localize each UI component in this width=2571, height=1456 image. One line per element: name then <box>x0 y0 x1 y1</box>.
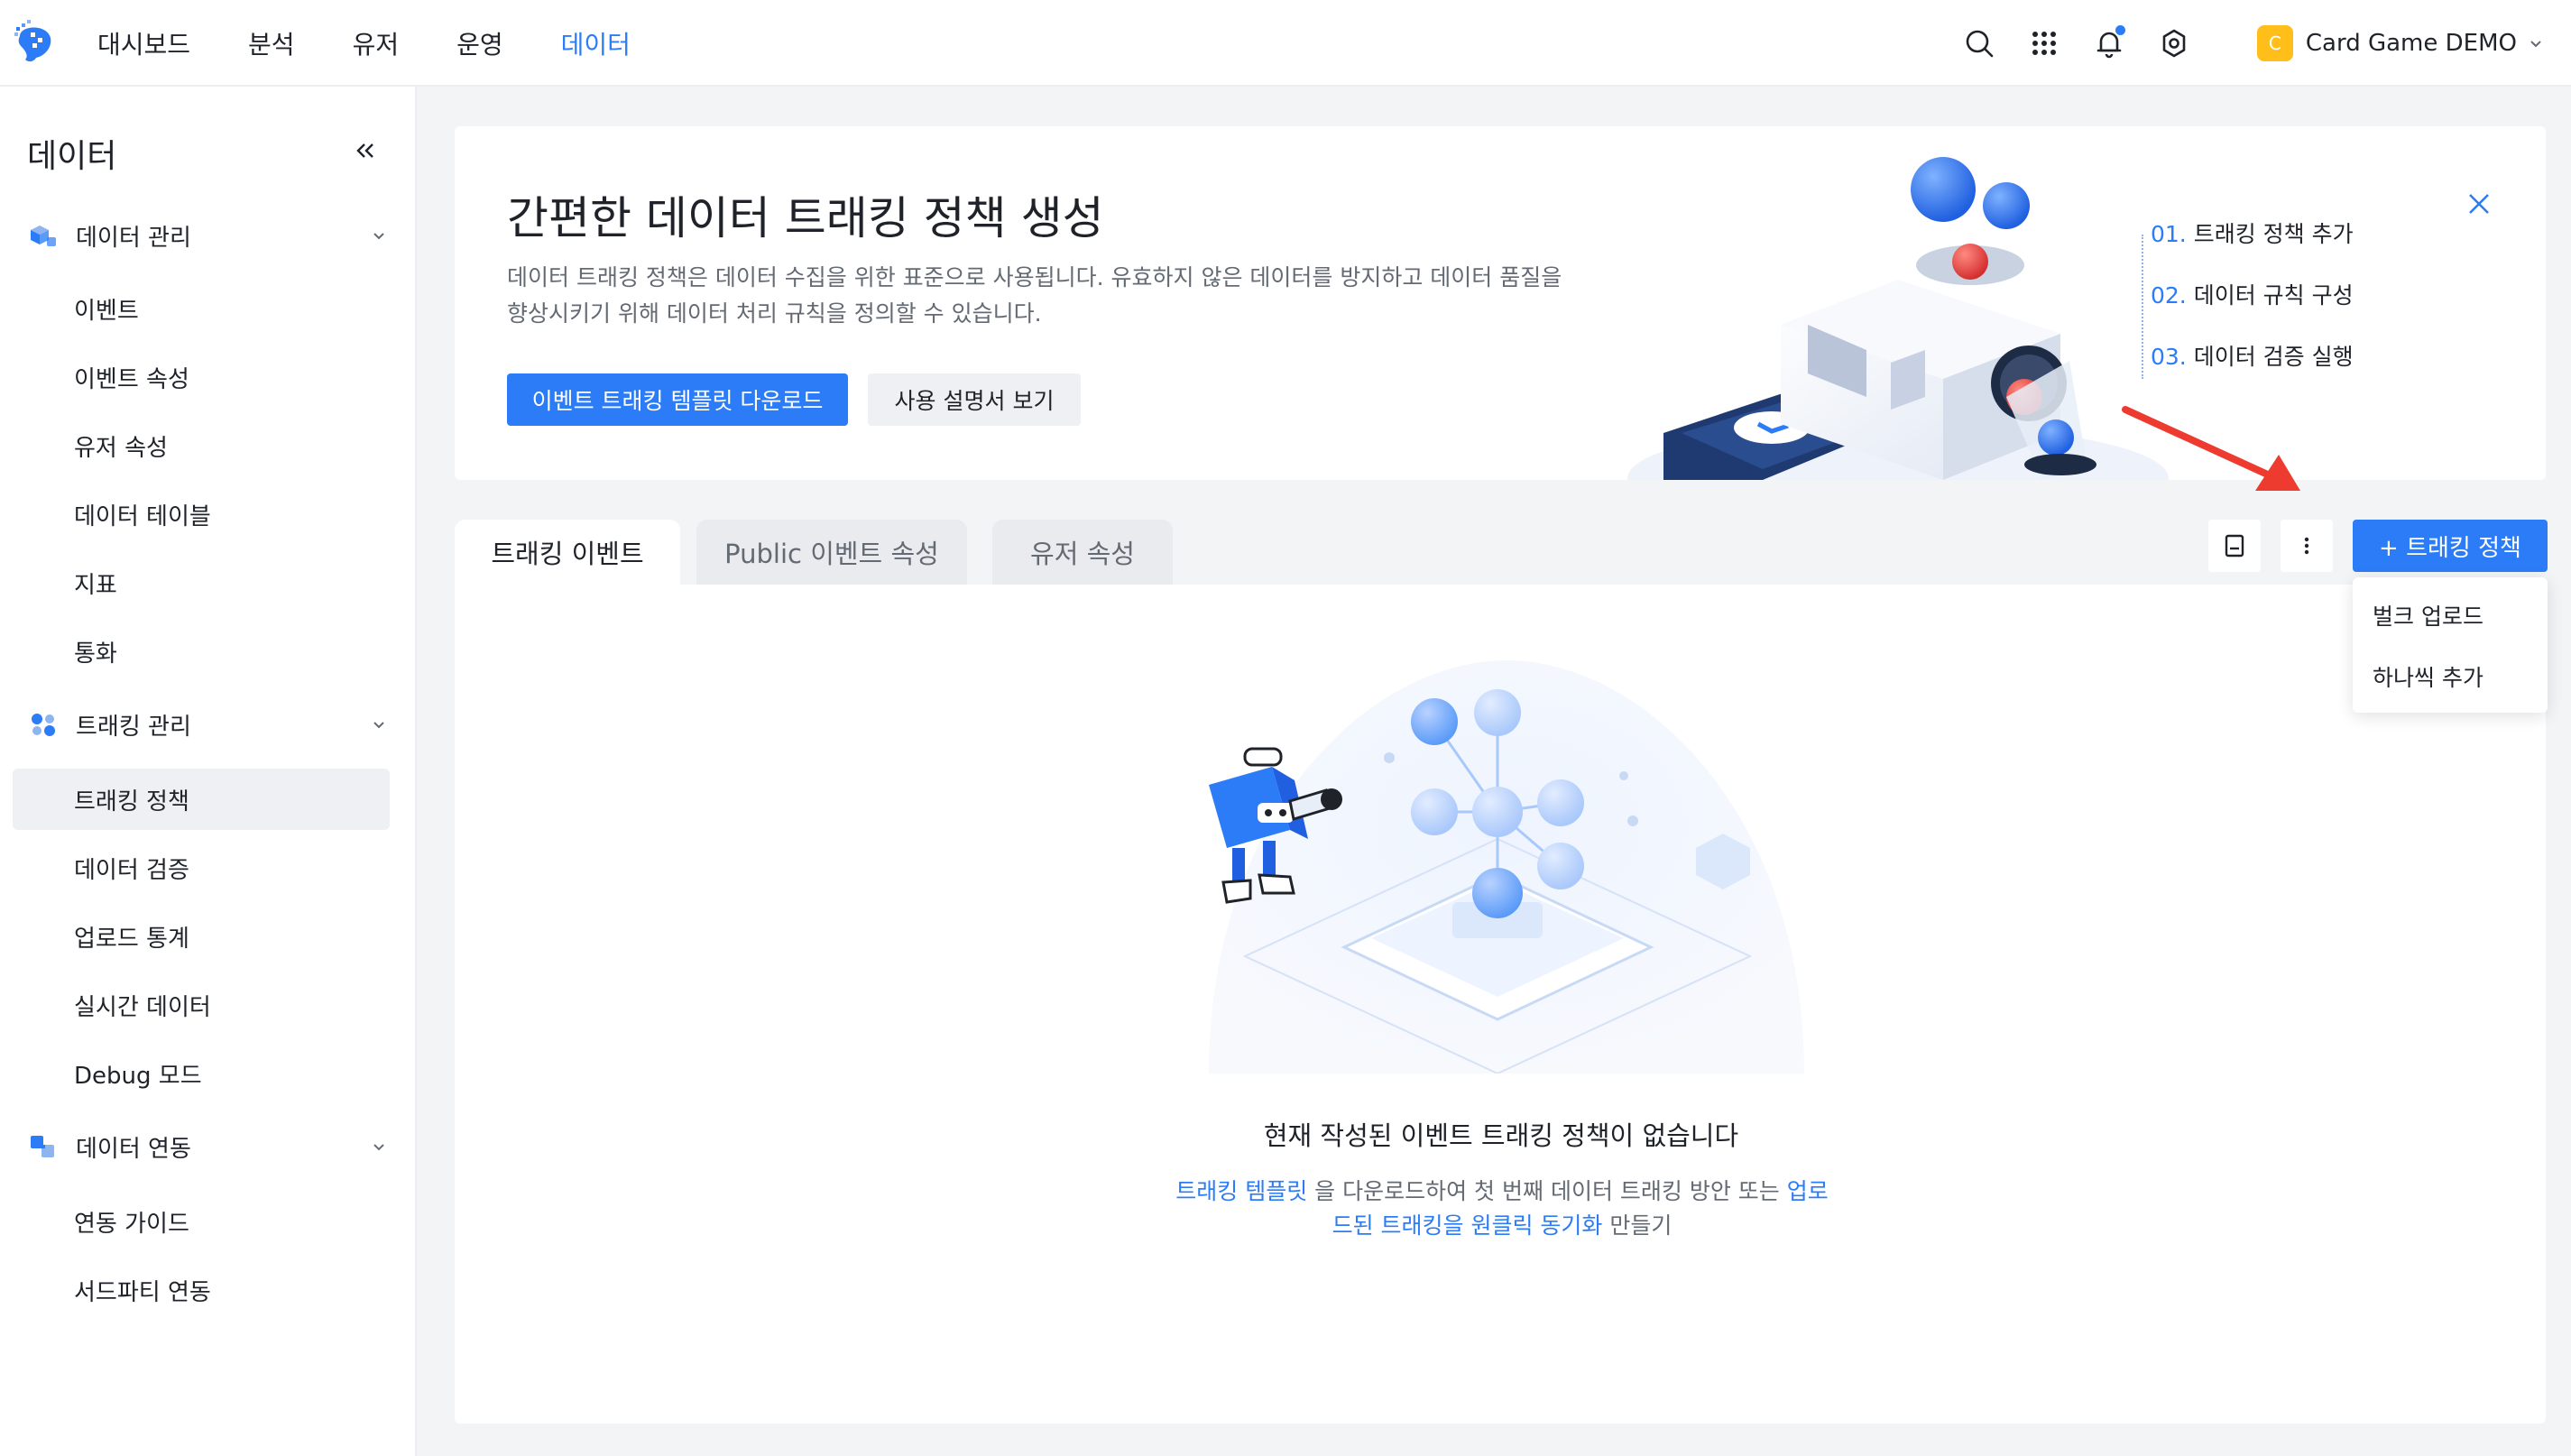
guide-book-button[interactable] <box>2208 520 2261 572</box>
step-label: 데이터 규칙 구성 <box>2193 282 2354 309</box>
tracking-template-link[interactable]: 트래킹 템플릿 <box>1175 1178 1307 1204</box>
project-name: Card Game DEMO <box>2305 30 2517 57</box>
sidebar-group-label: 트래킹 관리 <box>76 713 191 741</box>
search-button[interactable] <box>1961 25 1997 61</box>
more-vertical-icon <box>2304 537 2309 555</box>
view-manual-button[interactable]: 사용 설명서 보기 <box>868 373 1081 426</box>
tab-tracking-events[interactable]: 트래킹 이벤트 <box>455 520 680 585</box>
step-label: 트래킹 정책 추가 <box>2193 221 2354 247</box>
nav-analysis[interactable]: 분석 <box>248 25 295 61</box>
step-number: 03. <box>2151 344 2187 370</box>
banner-description: 데이터 트래킹 정책은 데이터 수집을 위한 표준으로 사용됩니다. 유효하지 … <box>507 264 1562 327</box>
add-policy-dropdown: 벌크 업로드 하나씩 추가 <box>2353 577 2548 713</box>
link-icon <box>31 1136 54 1157</box>
project-badge: C <box>2256 25 2293 61</box>
sidebar-item-data-validation[interactable]: 데이터 검증 <box>13 837 390 898</box>
menu-item-add-one-by-one[interactable]: 하나씩 추가 <box>2353 646 2548 707</box>
sidebar-group-tracking-management[interactable]: 트래킹 관리 <box>27 702 388 747</box>
sidebar: 데이터 데이터 관리 이벤트 이벤트 속성 유저 속성 데이터 테이블 지표 통… <box>0 87 417 1456</box>
step-2: 02. 데이터 규칙 구성 <box>2151 278 2354 310</box>
sidebar-item-data-tables[interactable]: 데이터 테이블 <box>13 484 390 545</box>
sidebar-title: 데이터 <box>27 138 117 175</box>
red-arrow-annotation <box>2122 406 2300 491</box>
nav-data[interactable]: 데이터 <box>561 25 631 61</box>
project-switcher[interactable]: C Card Game DEMO <box>2256 25 2544 61</box>
book-icon <box>2225 534 2244 558</box>
collapse-sidebar-icon[interactable] <box>352 137 379 164</box>
search-icon <box>1966 30 1994 58</box>
sidebar-group-data-management[interactable]: 데이터 관리 <box>27 213 388 258</box>
tab-public-event-properties[interactable]: Public 이벤트 속성 <box>696 520 967 585</box>
chevron-down-icon <box>373 233 384 240</box>
step-number: 01. <box>2151 221 2187 247</box>
sidebar-group-data-integration[interactable]: 데이터 연동 <box>27 1124 388 1169</box>
top-right-actions: C Card Game DEMO <box>1961 0 2571 87</box>
steps-connector <box>2142 235 2143 379</box>
nav-users[interactable]: 유저 <box>353 25 400 61</box>
settings-button[interactable] <box>2156 25 2192 61</box>
step-3: 03. 데이터 검증 실행 <box>2151 339 2354 372</box>
sidebar-item-upload-stats[interactable]: 업로드 통계 <box>13 906 390 967</box>
empty-state-title: 현재 작성된 이벤트 트래킹 정책이 없습니다 <box>1263 1120 1739 1151</box>
nav-dashboard[interactable]: 대시보드 <box>97 25 190 61</box>
sidebar-item-metrics[interactable]: 지표 <box>13 552 390 613</box>
empty-state-description: 트래킹 템플릿 을 다운로드하여 첫 번째 데이터 트래킹 방안 또는 업로드된… <box>1173 1175 1831 1243</box>
sidebar-item-user-properties[interactable]: 유저 속성 <box>13 415 390 476</box>
chevron-down-icon <box>373 1144 384 1151</box>
menu-item-bulk-upload[interactable]: 벌크 업로드 <box>2353 585 2548 646</box>
sidebar-item-events[interactable]: 이벤트 <box>13 278 390 339</box>
empty-state-illustration <box>1209 660 1804 1074</box>
tab-user-properties[interactable]: 유저 속성 <box>992 520 1173 585</box>
chevron-down-icon <box>2530 41 2541 48</box>
chevron-down-icon <box>373 722 384 729</box>
nodes-icon <box>32 714 55 736</box>
step-label: 데이터 검증 실행 <box>2193 344 2354 370</box>
app-logo[interactable] <box>11 18 58 65</box>
sidebar-item-realtime-data[interactable]: 실시간 데이터 <box>13 974 390 1036</box>
empty-state-text: 만들기 <box>1602 1212 1673 1239</box>
close-icon[interactable] <box>2466 191 2492 217</box>
step-1: 01. 트래킹 정책 추가 <box>2151 217 2354 249</box>
step-number: 02. <box>2151 282 2187 309</box>
main-nav: 대시보드 분석 유저 운영 데이터 <box>97 0 688 87</box>
banner-title: 간편한 데이터 트래킹 정책 생성 <box>507 192 1104 244</box>
sidebar-item-currency[interactable]: 통화 <box>13 621 390 682</box>
empty-state-text: 을 다운로드하여 첫 번째 데이터 트래킹 방안 또는 <box>1307 1178 1787 1204</box>
apps-grid-icon <box>2032 32 2056 55</box>
sidebar-item-event-properties[interactable]: 이벤트 속성 <box>13 346 390 408</box>
sidebar-item-debug-mode[interactable]: Debug 모드 <box>13 1043 390 1104</box>
more-options-button[interactable] <box>2281 520 2333 572</box>
settings-icon <box>2162 29 2186 58</box>
notification-dot <box>2115 25 2125 35</box>
nav-operations[interactable]: 운영 <box>456 25 503 61</box>
cubes-icon <box>31 226 56 246</box>
sidebar-group-label: 데이터 연동 <box>76 1135 191 1163</box>
sidebar-item-tracking-policy[interactable]: 트래킹 정책 <box>13 769 390 830</box>
top-navigation-bar: 대시보드 분석 유저 운영 데이터 C Card Game DEMO <box>0 0 2571 87</box>
sidebar-item-third-party[interactable]: 서드파티 연동 <box>13 1259 390 1321</box>
apps-button[interactable] <box>2026 25 2062 61</box>
download-template-button[interactable]: 이벤트 트래킹 템플릿 다운로드 <box>507 373 848 426</box>
sidebar-item-integration-guide[interactable]: 연동 가이드 <box>13 1191 390 1252</box>
sidebar-group-label: 데이터 관리 <box>76 224 191 252</box>
notifications-button[interactable] <box>2091 25 2127 61</box>
add-tracking-policy-button[interactable]: + 트래킹 정책 <box>2353 520 2548 572</box>
